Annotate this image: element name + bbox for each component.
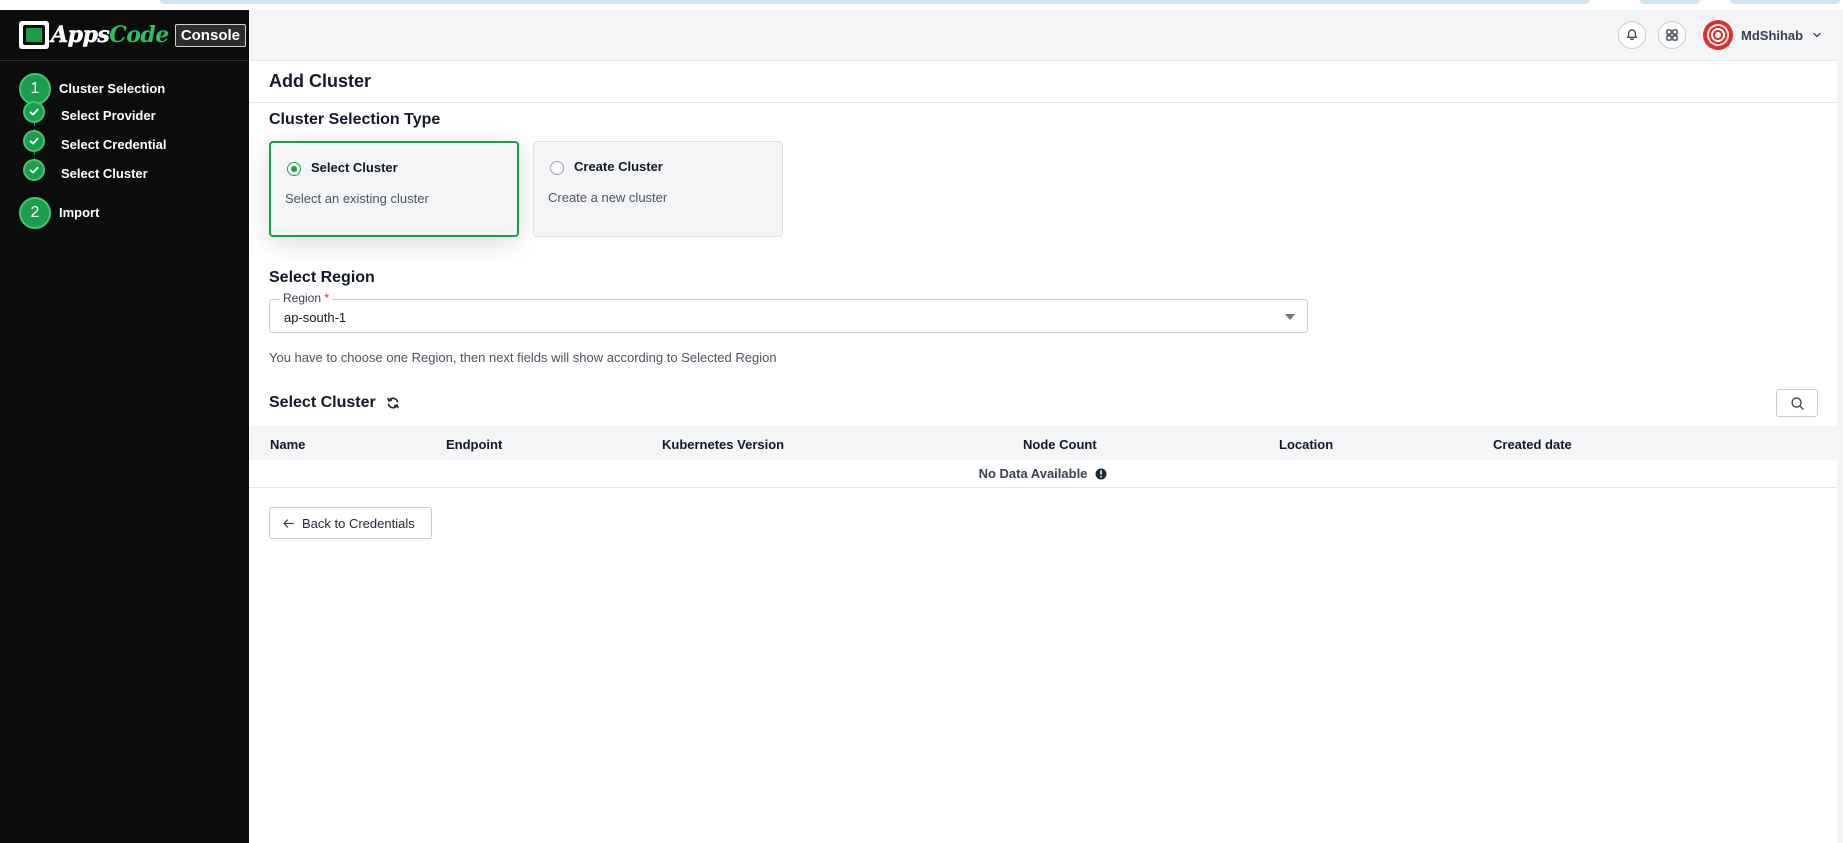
option-select-cluster[interactable]: Select Cluster Select an existing cluste…	[269, 141, 519, 237]
page-title: Add Cluster	[269, 71, 372, 91]
back-button-label: Back to Credentials	[302, 515, 415, 531]
check-icon	[23, 130, 45, 152]
top-tab-highlight	[1730, 0, 1840, 4]
substep-select-credential[interactable]: Select Credential	[61, 137, 167, 152]
required-mark: *	[324, 291, 330, 305]
search-icon	[1790, 396, 1804, 410]
page-scrollbar[interactable]	[1837, 10, 1843, 843]
table-search-button[interactable]	[1776, 389, 1818, 417]
grid-icon	[1666, 29, 1678, 41]
logo-text: AppsCode	[51, 22, 170, 49]
arrow-left-icon	[283, 518, 294, 528]
top-tab-highlight	[160, 0, 1590, 4]
step-cluster-selection[interactable]: Cluster Selection	[59, 81, 165, 96]
notifications-button[interactable]	[1618, 21, 1646, 49]
bell-icon	[1627, 29, 1637, 41]
option-description: Select an existing cluster	[285, 191, 429, 206]
brand-logo[interactable]: AppsCode Console	[19, 21, 246, 49]
top-tab-highlight	[1640, 0, 1700, 4]
step-2-number: 2	[19, 197, 51, 229]
sidebar-divider	[0, 60, 249, 61]
check-icon	[23, 101, 45, 123]
column-node-count[interactable]: Node Count	[1023, 437, 1097, 452]
sidebar: AppsCode Console 1 Cluster Selection Sel…	[0, 10, 249, 843]
column-kubernetes-version[interactable]: Kubernetes Version	[662, 437, 784, 452]
title-divider	[249, 102, 1843, 103]
main-content: Add Cluster Cluster Selection Type Selec…	[249, 61, 1843, 843]
browser-top-strip	[0, 0, 1843, 10]
region-value: ap-south-1	[284, 310, 347, 325]
user-menu[interactable]: MdShihab	[1703, 20, 1823, 50]
column-location[interactable]: Location	[1279, 437, 1333, 452]
console-badge: Console	[174, 23, 246, 47]
column-name[interactable]: Name	[270, 437, 305, 452]
info-icon	[1095, 468, 1107, 479]
cluster-table-header: Name Endpoint Kubernetes Version Node Co…	[249, 426, 1837, 460]
user-name: MdShihab	[1741, 27, 1804, 43]
dropdown-arrow-icon	[1285, 314, 1295, 320]
select-region-title: Select Region	[269, 269, 375, 286]
radio-select-cluster[interactable]	[287, 162, 301, 176]
table-empty-row: No Data Available	[249, 460, 1837, 488]
avatar	[1703, 20, 1733, 50]
column-endpoint[interactable]: Endpoint	[446, 437, 502, 452]
appscode-logo-icon	[19, 21, 49, 49]
check-icon	[23, 159, 45, 181]
option-title: Select Cluster	[311, 160, 398, 175]
select-cluster-title: Select Cluster	[269, 394, 376, 411]
empty-state-text: No Data Available	[978, 466, 1088, 481]
region-help-text: You have to choose one Region, then next…	[269, 350, 777, 365]
region-label: Region *	[280, 291, 333, 305]
step-import[interactable]: Import	[59, 205, 99, 220]
apps-menu-button[interactable]	[1658, 21, 1686, 49]
option-create-cluster[interactable]: Create Cluster Create a new cluster	[533, 141, 783, 237]
substep-select-provider[interactable]: Select Provider	[61, 108, 156, 123]
option-title: Create Cluster	[574, 159, 663, 174]
region-select[interactable]: Region * ap-south-1	[269, 291, 1308, 333]
column-created-date[interactable]: Created date	[1493, 437, 1572, 452]
refresh-icon[interactable]	[386, 396, 400, 410]
cluster-selection-type-title: Cluster Selection Type	[269, 111, 441, 128]
top-header: MdShihab	[249, 10, 1843, 61]
back-to-credentials-button[interactable]: Back to Credentials	[269, 507, 432, 539]
radio-create-cluster[interactable]	[550, 161, 564, 175]
substep-select-cluster[interactable]: Select Cluster	[61, 166, 148, 181]
option-description: Create a new cluster	[548, 190, 668, 205]
chevron-down-icon	[1813, 32, 1821, 38]
